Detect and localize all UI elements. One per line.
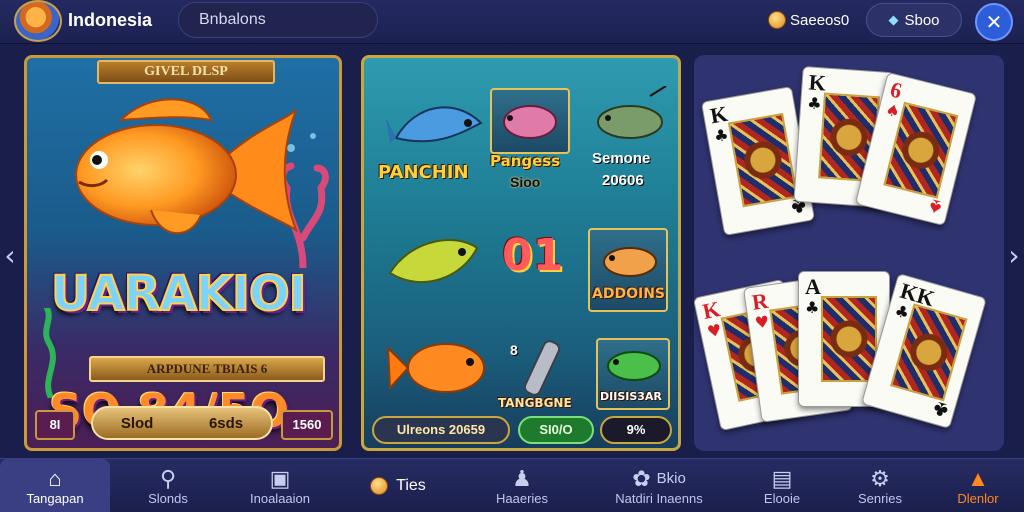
label-panchin: PANCHIN (378, 162, 469, 183)
carousel-prev-icon[interactable]: ‹ (2, 236, 18, 276)
coin-value: Saeeos0 (790, 11, 850, 29)
trout-fish-icon (603, 247, 657, 277)
nav-item-services[interactable]: ⚙ Senries (840, 459, 920, 512)
tile-diisis3ar[interactable]: DIISIS3AR (596, 338, 670, 410)
promo-title: UARAKIOI (50, 265, 307, 323)
pink-fish-icon (503, 105, 557, 139)
promo-action-button[interactable]: Slod 6sds (91, 406, 273, 440)
balance-label: Sboo (904, 11, 940, 29)
grid-bottom-strip: Ulreons 20659 SI0/O 9% (372, 416, 672, 444)
orange-fish-icon (386, 343, 485, 393)
label-pangess: Pangess (490, 152, 561, 170)
grid-info-pill: Ulreons 20659 (372, 416, 510, 444)
action-right-label: 6sds (208, 414, 244, 432)
game-card-poker[interactable]: K♣♣K♣♣6♠♠K♥♥R♥♥A♣♣KK♣♣ (694, 55, 1004, 451)
action-left-label: Slod (120, 414, 154, 432)
game-card-fishing-grid[interactable]: PANCHIN Pangess Sioo Semone 20606 01 ADD… (361, 55, 681, 451)
card-suit-icon: ♣ (805, 298, 820, 317)
grid-percent-pill: 9% (600, 416, 672, 444)
tile-addoins[interactable]: ADDOINS (588, 228, 668, 312)
region-label[interactable]: Indonesia (68, 10, 152, 31)
nav-item-search[interactable]: ⚲ Slonds (120, 459, 216, 512)
label-addoins: ADDOINS (592, 286, 665, 302)
fishing-reel-icon (523, 340, 561, 396)
card-rank: R (750, 287, 770, 315)
search-icon: ⚲ (159, 465, 177, 491)
game-card-fishing-promo[interactable]: GIVEL DLSP UARAKIOI ARPDUNE TBIAIS 6 SO … (24, 55, 342, 451)
warning-icon: ▲ (967, 465, 989, 491)
sub-pangess: Sioo (510, 174, 541, 190)
nav-item-alerts[interactable]: ▲ Dlenlor (938, 459, 1018, 512)
card-suit-icon: ♣ (806, 93, 823, 114)
left-badge: 8I (35, 410, 75, 440)
card-rank: 6 (887, 76, 905, 104)
card-suit-icon: ♥ (705, 320, 724, 342)
nav-label: Dlenlor (957, 490, 999, 506)
coin-icon (768, 11, 786, 29)
card-suit-icon: ♣ (712, 124, 730, 147)
home-icon: ⌂ (48, 465, 62, 491)
close-button[interactable]: ✕ (975, 3, 1013, 41)
green-fish-icon (388, 239, 479, 283)
doc-icon: ▤ (771, 465, 793, 491)
nav-label: Tangapan (26, 490, 84, 506)
nav-item-home[interactable]: ⌂ Tangapan (0, 459, 110, 512)
nav-item-notifications[interactable]: ✿ Bkio Natdiri Inaenns (604, 459, 714, 512)
search-field[interactable]: Bnbalons (178, 2, 378, 38)
label-semone: Semone (592, 150, 651, 167)
gear-icon: ✿ (632, 465, 651, 491)
promo-subtitle: ARPDUNE TBIAIS 6 (89, 356, 325, 382)
nav-label: Natdiri Inaenns (615, 490, 703, 506)
nav-label: Inoalaaion (250, 490, 310, 506)
card-suit-icon: ♠ (926, 194, 945, 222)
bass-fish-icon (597, 86, 667, 139)
label-diisis3ar: DIISIS3AR (600, 390, 662, 403)
card-banner: GIVEL DLSP (97, 60, 275, 84)
nav-label: Slonds (148, 490, 188, 506)
right-badge: 1560 (281, 410, 333, 440)
nav-label: Senries (857, 490, 903, 506)
bottom-navigation: ⌂ Tangapan ⚲ Slonds ▣ Inoalaaion Ties ♟ … (0, 458, 1024, 512)
coin-icon (370, 477, 389, 495)
card-rank: K (807, 69, 827, 96)
card-face-art-icon (821, 296, 877, 382)
nav-item-people[interactable]: ♟ Haaeries (474, 459, 570, 512)
card-face-art-icon (727, 112, 798, 208)
nav-label: Elooie (763, 490, 801, 506)
balance-button[interactable]: ◆ Sboo (866, 3, 962, 37)
top-bar: Indonesia Bnbalons Saeeos0 ◆ Sboo ✕ (0, 0, 1024, 44)
app-logo-icon[interactable] (14, 0, 62, 42)
goldfish-icon (75, 98, 299, 235)
card-suit-icon: ♥ (753, 311, 771, 333)
nav-label: Haaeries (495, 490, 549, 506)
marlin-fish-icon (386, 106, 483, 143)
sub-semone: 20606 (602, 172, 644, 189)
tile-pangess[interactable] (490, 88, 570, 154)
green-bass-icon (607, 351, 661, 381)
promo-bottom-strip: 8I Slod 6sds 1560 (35, 406, 333, 444)
cog-icon: ⚙ (870, 465, 890, 491)
people-icon: ♟ (512, 465, 532, 491)
center-number: 01 (502, 230, 564, 281)
nav-sub-label: Bkio (656, 470, 686, 487)
carousel-next-icon[interactable]: › (1006, 236, 1022, 276)
card-rank: K (708, 100, 730, 129)
card-suit-icon: ♣ (929, 396, 951, 425)
card-rank: A (805, 274, 821, 299)
nav-item-profile[interactable]: ▤ Elooie (744, 459, 820, 512)
coin-balance[interactable]: Saeeos0 (762, 6, 855, 34)
gem-icon: ◆ (888, 12, 899, 27)
label-tangbgne: TANGBGNE (498, 396, 572, 410)
box-icon: ▣ (269, 465, 291, 491)
nav-label: Ties (396, 477, 426, 494)
nav-item-inventory[interactable]: ▣ Inoalaaion (230, 459, 330, 512)
nav-item-ties[interactable]: Ties (348, 459, 448, 512)
grid-play-button[interactable]: SI0/O (518, 416, 594, 444)
